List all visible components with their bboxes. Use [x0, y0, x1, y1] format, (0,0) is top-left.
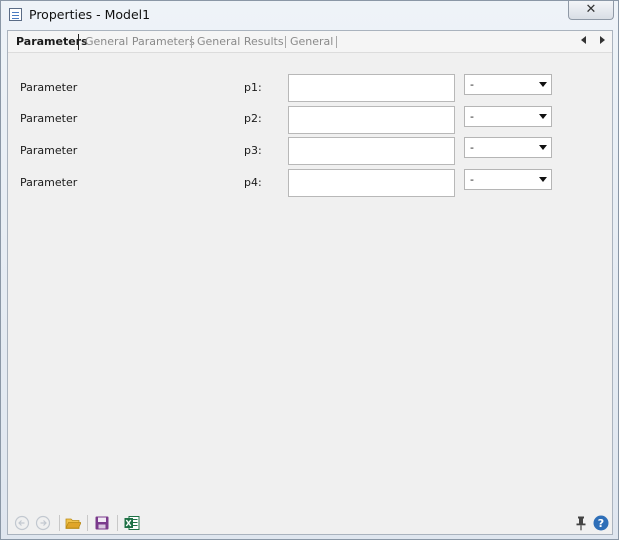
forward-icon[interactable] — [35, 515, 51, 531]
parameter-value-input[interactable] — [288, 74, 455, 102]
tab-general-results[interactable]: General Results — [197, 34, 284, 50]
chevron-down-icon — [539, 177, 547, 182]
tab-separator — [78, 34, 79, 50]
parameter-value-input[interactable] — [288, 169, 455, 197]
chevron-down-icon — [539, 114, 547, 119]
help-icon[interactable]: ? — [593, 515, 609, 531]
scroll-tabs-right-icon[interactable] — [600, 36, 605, 44]
tab-separator — [191, 36, 192, 48]
save-icon[interactable] — [94, 515, 110, 531]
unit-selected-value: - — [470, 110, 474, 123]
parameter-unit-select[interactable]: - — [464, 137, 552, 158]
excel-icon[interactable] — [124, 515, 140, 531]
parameter-name: p4: — [244, 176, 262, 189]
parameter-value-input[interactable] — [288, 106, 455, 134]
unit-selected-value: - — [470, 173, 474, 186]
window-title: Properties - Model1 — [29, 7, 151, 22]
close-button[interactable]: ✕ — [568, 1, 614, 20]
tab-general[interactable]: General — [290, 34, 333, 50]
toolbar-separator — [59, 515, 60, 531]
properties-panel: Parameters General Parameters General Re… — [7, 30, 613, 535]
parameter-label: Parameter — [20, 81, 78, 94]
properties-window-icon — [9, 8, 22, 21]
bottom-toolbar: ? — [8, 512, 612, 534]
help-glyph: ? — [598, 517, 604, 530]
pin-icon[interactable] — [573, 515, 589, 531]
back-icon[interactable] — [14, 515, 30, 531]
tab-bar: Parameters General Parameters General Re… — [8, 31, 612, 53]
tab-general-parameters[interactable]: General Parameters — [85, 34, 195, 50]
chevron-down-icon — [539, 145, 547, 150]
parameter-name: p1: — [244, 81, 262, 94]
parameter-label: Parameter — [20, 144, 78, 157]
toolbar-separator — [117, 515, 118, 531]
title-bar[interactable]: Properties - Model1 ✕ — [1, 1, 618, 29]
toolbar-separator — [87, 515, 88, 531]
unit-selected-value: - — [470, 78, 474, 91]
parameter-name: p2: — [244, 112, 262, 125]
parameter-label: Parameter — [20, 176, 78, 189]
parameter-unit-select[interactable]: - — [464, 169, 552, 190]
tab-separator — [285, 36, 286, 48]
parameter-unit-select[interactable]: - — [464, 74, 552, 95]
tab-separator — [336, 36, 337, 48]
parameter-unit-select[interactable]: - — [464, 106, 552, 127]
tab-parameters[interactable]: Parameters — [16, 34, 88, 50]
chevron-down-icon — [539, 82, 547, 87]
unit-selected-value: - — [470, 141, 474, 154]
parameter-value-input[interactable] — [288, 137, 455, 165]
scroll-tabs-left-icon[interactable] — [581, 36, 586, 44]
open-folder-icon[interactable] — [65, 515, 81, 531]
parameter-name: p3: — [244, 144, 262, 157]
parameter-label: Parameter — [20, 112, 78, 125]
properties-window: Properties - Model1 ✕ Parameters General… — [0, 0, 619, 540]
